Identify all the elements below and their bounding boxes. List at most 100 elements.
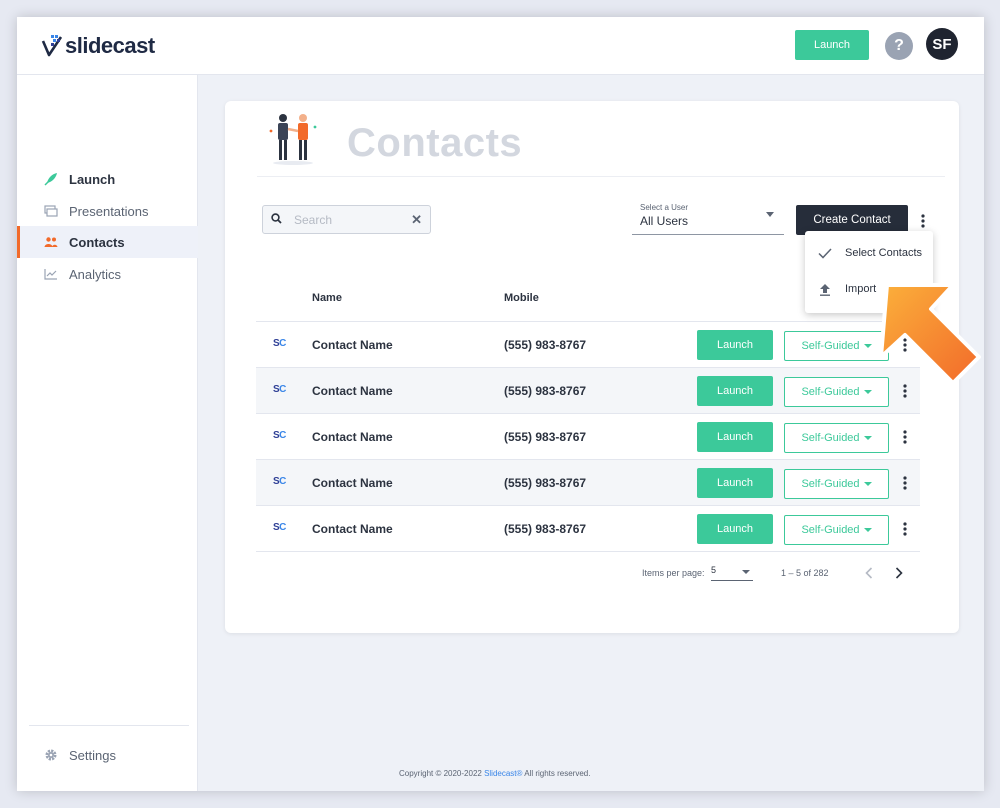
table-row[interactable]: SC Contact Name (555) 983-8767 Launch Se… xyxy=(256,367,920,413)
copyright-footer: Copyright © 2020-2022 Slidecast® All rig… xyxy=(399,769,590,778)
sidebar-item-launch[interactable]: Launch xyxy=(17,163,198,195)
sidebar-item-contacts[interactable]: Contacts xyxy=(17,226,198,258)
sidebar-item-label: Launch xyxy=(69,171,116,187)
contact-logo: SC xyxy=(273,522,286,533)
mode-label: Self-Guided xyxy=(801,478,860,490)
contact-logo: SC xyxy=(273,338,286,349)
contact-name: Contact Name xyxy=(312,338,393,352)
contact-mobile: (555) 983-8767 xyxy=(504,338,587,352)
pagination-range: 1 – 5 of 282 xyxy=(781,568,829,578)
sidebar: Launch Presentations Contacts Analytics xyxy=(17,75,198,791)
contact-mobile: (555) 983-8767 xyxy=(504,522,587,536)
user-select[interactable]: Select a User All Users xyxy=(632,201,784,235)
contacts-card: Contacts Search ✕ Select a User All User… xyxy=(225,101,959,633)
chart-icon xyxy=(43,266,59,282)
caret-down-icon xyxy=(863,528,872,532)
logo-mark-icon xyxy=(41,35,63,57)
row-more-icon[interactable] xyxy=(898,474,912,492)
contact-name: Contact Name xyxy=(312,430,393,444)
more-options-icon[interactable] xyxy=(916,212,930,230)
help-icon[interactable]: ? xyxy=(885,32,913,60)
menu-item-label: Select Contacts xyxy=(845,247,923,259)
mode-dropdown[interactable]: Self-Guided xyxy=(784,377,889,407)
column-header-mobile[interactable]: Mobile xyxy=(504,292,539,304)
contact-mobile: (555) 983-8767 xyxy=(504,430,587,444)
items-per-page-select[interactable]: 5 xyxy=(711,565,753,581)
row-launch-button[interactable]: Launch xyxy=(697,422,773,452)
slidecast-logo[interactable]: slidecast xyxy=(41,29,155,63)
column-header-name[interactable]: Name xyxy=(312,292,342,304)
search-input[interactable]: Search xyxy=(294,213,411,227)
footer-link[interactable]: Slidecast® xyxy=(484,769,522,778)
top-bar: slidecast Launch ? SF xyxy=(17,17,984,75)
sidebar-item-analytics[interactable]: Analytics xyxy=(17,258,198,290)
mode-label: Self-Guided xyxy=(801,386,860,398)
next-page-icon[interactable] xyxy=(891,565,907,581)
row-launch-button[interactable]: Launch xyxy=(697,514,773,544)
mode-label: Self-Guided xyxy=(801,524,860,536)
caret-down-icon xyxy=(863,436,872,440)
callout-arrow-icon xyxy=(875,279,984,397)
contact-mobile: (555) 983-8767 xyxy=(504,384,587,398)
chevron-down-icon xyxy=(766,212,774,217)
people-icon xyxy=(43,234,59,250)
mode-label: Self-Guided xyxy=(801,340,860,352)
user-select-value: All Users xyxy=(640,214,689,228)
row-launch-button[interactable]: Launch xyxy=(697,330,773,360)
mode-dropdown[interactable]: Self-Guided xyxy=(784,515,889,545)
header-launch-button[interactable]: Launch xyxy=(795,30,869,60)
contact-logo: SC xyxy=(273,384,286,395)
sidebar-divider xyxy=(29,725,189,726)
caret-down-icon xyxy=(863,344,872,348)
row-more-icon[interactable] xyxy=(898,520,912,538)
items-per-page-value: 5 xyxy=(711,565,717,575)
contact-mobile: (555) 983-8767 xyxy=(504,476,587,490)
table-row[interactable]: SC Contact Name (555) 983-8767 Launch Se… xyxy=(256,413,920,459)
search-icon xyxy=(271,211,282,229)
prev-page-icon[interactable] xyxy=(861,565,877,581)
mode-label: Self-Guided xyxy=(801,432,860,444)
row-launch-button[interactable]: Launch xyxy=(697,376,773,406)
caret-down-icon xyxy=(863,482,872,486)
title-divider xyxy=(257,176,945,177)
sidebar-item-presentations[interactable]: Presentations xyxy=(17,195,198,227)
contact-name: Contact Name xyxy=(312,522,393,536)
caret-down-icon xyxy=(863,390,872,394)
items-per-page-label: Items per page: xyxy=(642,568,705,578)
row-launch-button[interactable]: Launch xyxy=(697,468,773,498)
rocket-icon xyxy=(43,171,59,187)
sidebar-item-settings[interactable]: Settings xyxy=(17,739,198,771)
search-field[interactable]: Search ✕ xyxy=(262,205,431,234)
table-divider xyxy=(256,551,920,552)
contact-logo: SC xyxy=(273,430,286,441)
menu-item-label: Import xyxy=(845,283,877,295)
sidebar-item-label: Settings xyxy=(69,747,116,763)
logo-text: slidecast xyxy=(65,33,155,58)
app-window: slidecast Launch ? SF Launch Presentatio… xyxy=(17,17,984,791)
table-row[interactable]: SC Contact Name (555) 983-8767 Launch Se… xyxy=(256,505,920,551)
footer-text: Copyright © 2020-2022 xyxy=(399,769,485,778)
chevron-down-icon xyxy=(742,570,750,574)
mode-dropdown[interactable]: Self-Guided xyxy=(784,469,889,499)
mode-dropdown[interactable]: Self-Guided xyxy=(784,423,889,453)
handshake-illustration xyxy=(261,109,325,169)
footer-suffix: All rights reserved. xyxy=(522,769,591,778)
clear-search-icon[interactable]: ✕ xyxy=(411,212,422,228)
page-title: Contacts xyxy=(347,121,523,165)
mode-dropdown[interactable]: Self-Guided xyxy=(784,331,889,361)
user-avatar[interactable]: SF xyxy=(926,28,958,60)
row-more-icon[interactable] xyxy=(898,428,912,446)
contact-name: Contact Name xyxy=(312,384,393,398)
contact-name: Contact Name xyxy=(312,476,393,490)
user-select-label: Select a User xyxy=(640,203,689,212)
slides-icon xyxy=(43,203,59,219)
table-row[interactable]: SC Contact Name (555) 983-8767 Launch Se… xyxy=(256,321,920,367)
sidebar-item-label: Presentations xyxy=(69,203,149,219)
menu-item-select-contacts[interactable]: Select Contacts xyxy=(805,235,933,271)
upload-icon xyxy=(817,281,833,297)
check-icon xyxy=(817,245,833,261)
gear-icon xyxy=(43,747,59,763)
table-row[interactable]: SC Contact Name (555) 983-8767 Launch Se… xyxy=(256,459,920,505)
contact-logo: SC xyxy=(273,476,286,487)
sidebar-item-label: Analytics xyxy=(69,266,122,282)
